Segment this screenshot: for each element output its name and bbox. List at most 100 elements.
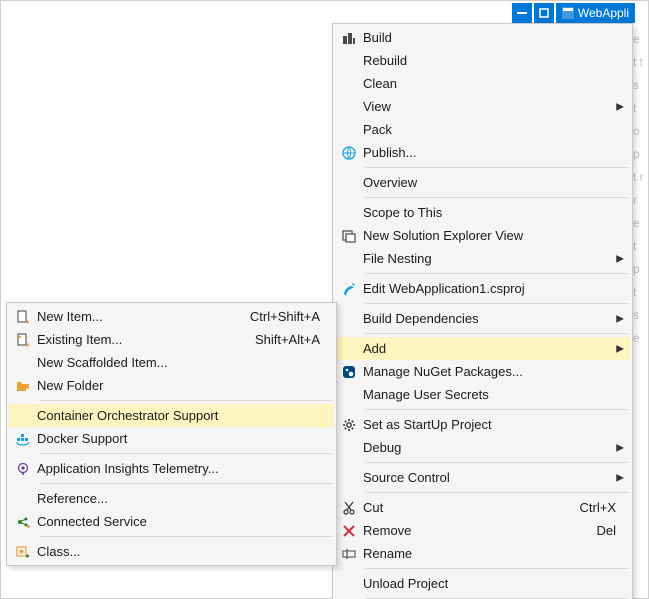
menu-item-source-control[interactable]: Source Control▶ <box>335 466 630 489</box>
menu-item-container-orchestrator-support[interactable]: Container Orchestrator Support <box>9 404 334 427</box>
menu-item-view[interactable]: View▶ <box>335 95 630 118</box>
existitem-icon <box>9 332 37 348</box>
rename-icon <box>335 546 363 562</box>
menu-item-class[interactable]: Class... <box>9 540 334 563</box>
menu-item-label: Rename <box>363 546 616 561</box>
menu-item-publish[interactable]: Publish... <box>335 141 630 164</box>
submenu-arrow-icon: ▶ <box>616 101 624 112</box>
menu-item-label: File Nesting <box>363 251 616 266</box>
menu-item-label: Class... <box>37 544 320 559</box>
menu-item-label: Edit WebApplication1.csproj <box>363 281 616 296</box>
menu-item-debug[interactable]: Debug▶ <box>335 436 630 459</box>
newitem-icon <box>9 309 37 325</box>
menu-item-label: Unload Project <box>363 576 616 591</box>
menu-item-new-folder[interactable]: New Folder <box>9 374 334 397</box>
menu-separator <box>365 273 628 274</box>
menu-separator <box>39 536 332 537</box>
menu-item-label: Cut <box>363 500 580 515</box>
menu-item-label: Remove <box>363 523 596 538</box>
menu-item-overview[interactable]: Overview <box>335 171 630 194</box>
menu-item-pack[interactable]: Pack <box>335 118 630 141</box>
menu-item-build[interactable]: Build <box>335 26 630 49</box>
newfolder-icon <box>9 378 37 394</box>
connservice-icon <box>9 514 37 530</box>
menu-item-shortcut: Ctrl+Shift+A <box>250 309 320 324</box>
menu-item-label: Build <box>363 30 616 45</box>
menu-separator <box>39 483 332 484</box>
menu-item-scope-to-this[interactable]: Scope to This <box>335 201 630 224</box>
menu-item-manage-user-secrets[interactable]: Manage User Secrets <box>335 383 630 406</box>
menu-item-label: Connected Service <box>37 514 320 529</box>
menu-item-build-dependencies[interactable]: Build Dependencies▶ <box>335 307 630 330</box>
context-menu-main[interactable]: BuildRebuildCleanView▶PackPublish...Over… <box>332 23 633 599</box>
menu-item-rename[interactable]: Rename <box>335 542 630 565</box>
submenu-arrow-icon: ▶ <box>616 313 624 324</box>
menu-item-application-insights-telemetry[interactable]: Application Insights Telemetry... <box>9 457 334 480</box>
menu-separator <box>365 303 628 304</box>
menu-item-connected-service[interactable]: Connected Service <box>9 510 334 533</box>
submenu-arrow-icon: ▶ <box>616 253 624 264</box>
tab-strip: WebAppli <box>510 3 635 23</box>
menu-item-edit-webapplication1-csproj[interactable]: Edit WebApplication1.csproj <box>335 277 630 300</box>
menu-item-new-item[interactable]: New Item...Ctrl+Shift+A <box>9 305 334 328</box>
menu-item-label: Debug <box>363 440 616 455</box>
edit-icon <box>335 281 363 297</box>
newview-icon <box>335 228 363 244</box>
menu-item-clean[interactable]: Clean <box>335 72 630 95</box>
menu-item-shortcut: Shift+Alt+A <box>255 332 320 347</box>
tab-icon-2[interactable] <box>534 3 554 23</box>
menu-item-label: Publish... <box>363 145 616 160</box>
menu-item-add[interactable]: Add▶ <box>335 337 630 360</box>
tab-title: WebAppli <box>578 6 629 20</box>
remove-icon <box>335 523 363 539</box>
menu-item-label: New Solution Explorer View <box>363 228 616 243</box>
menu-item-label: Overview <box>363 175 616 190</box>
docker-icon <box>9 431 37 447</box>
menu-item-label: Set as StartUp Project <box>363 417 616 432</box>
context-menu-add-submenu[interactable]: New Item...Ctrl+Shift+AExisting Item...S… <box>6 302 337 566</box>
menu-item-docker-support[interactable]: Docker Support <box>9 427 334 450</box>
submenu-arrow-icon: ▶ <box>616 442 624 453</box>
menu-item-existing-item[interactable]: Existing Item...Shift+Alt+A <box>9 328 334 351</box>
menu-item-label: Scope to This <box>363 205 616 220</box>
menu-item-label: Container Orchestrator Support <box>37 408 320 423</box>
menu-item-set-as-startup-project[interactable]: Set as StartUp Project <box>335 413 630 436</box>
background-text: e t t s t o p t r r e t p t s e <box>633 28 645 350</box>
menu-item-label: New Folder <box>37 378 320 393</box>
menu-item-rebuild[interactable]: Rebuild <box>335 49 630 72</box>
menu-item-label: Manage User Secrets <box>363 387 616 402</box>
menu-item-label: Add <box>363 341 616 356</box>
menu-separator <box>365 333 628 334</box>
menu-separator <box>365 492 628 493</box>
menu-item-label: Build Dependencies <box>363 311 616 326</box>
menu-separator <box>365 462 628 463</box>
active-tab[interactable]: WebAppli <box>556 3 635 23</box>
menu-item-cut[interactable]: CutCtrl+X <box>335 496 630 519</box>
building-icon <box>335 30 363 46</box>
globe-icon <box>335 145 363 161</box>
menu-item-label: Existing Item... <box>37 332 255 347</box>
submenu-arrow-icon: ▶ <box>616 343 624 354</box>
menu-item-label: View <box>363 99 616 114</box>
menu-item-reference[interactable]: Reference... <box>9 487 334 510</box>
menu-item-new-scaffolded-item[interactable]: New Scaffolded Item... <box>9 351 334 374</box>
menu-separator <box>39 400 332 401</box>
menu-item-label: Rebuild <box>363 53 616 68</box>
menu-separator <box>365 197 628 198</box>
menu-item-file-nesting[interactable]: File Nesting▶ <box>335 247 630 270</box>
menu-item-label: New Scaffolded Item... <box>37 355 320 370</box>
menu-separator <box>365 409 628 410</box>
menu-item-label: New Item... <box>37 309 250 324</box>
tab-app-icon <box>562 7 574 19</box>
class-icon <box>9 544 37 560</box>
menu-item-label: Pack <box>363 122 616 137</box>
menu-item-shortcut: Del <box>596 523 616 538</box>
menu-item-label: Docker Support <box>37 431 320 446</box>
tab-icon-1[interactable] <box>512 3 532 23</box>
submenu-arrow-icon: ▶ <box>616 472 624 483</box>
menu-item-unload-project[interactable]: Unload Project <box>335 572 630 595</box>
menu-item-manage-nuget-packages[interactable]: Manage NuGet Packages... <box>335 360 630 383</box>
menu-item-new-solution-explorer-view[interactable]: New Solution Explorer View <box>335 224 630 247</box>
menu-item-remove[interactable]: RemoveDel <box>335 519 630 542</box>
menu-separator <box>365 568 628 569</box>
